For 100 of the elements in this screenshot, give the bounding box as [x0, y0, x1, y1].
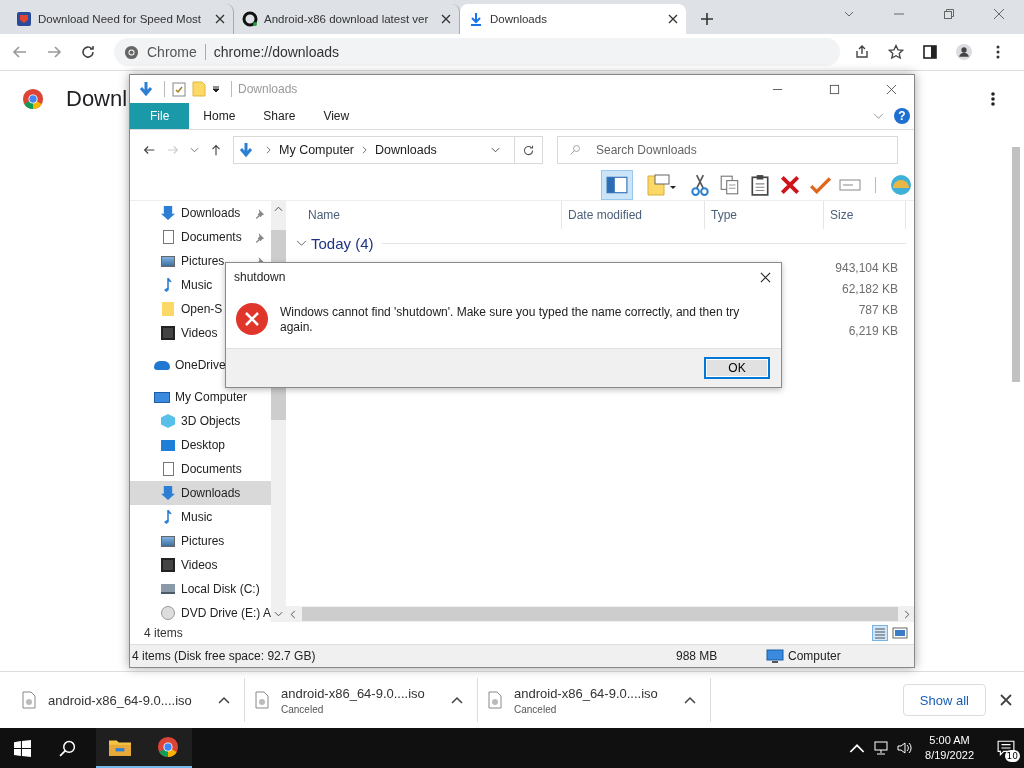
- folder-icon: [109, 738, 131, 756]
- large-icons-view-icon[interactable]: [892, 625, 908, 641]
- nav-item[interactable]: 3D Objects: [130, 409, 271, 433]
- nav-item[interactable]: Downloads: [130, 481, 271, 505]
- document-icon: [160, 461, 176, 477]
- nav-item[interactable]: Documents: [130, 225, 271, 249]
- refresh-button[interactable]: [515, 136, 543, 164]
- share-icon[interactable]: [854, 44, 870, 60]
- film-icon: [160, 557, 176, 573]
- download-arrow-icon: [238, 142, 254, 158]
- close-icon[interactable]: [760, 271, 771, 283]
- ok-button[interactable]: OK: [704, 357, 770, 379]
- caret-up-icon[interactable]: [451, 696, 463, 704]
- back-icon[interactable]: [142, 143, 156, 157]
- arrow-right-icon[interactable]: [904, 609, 910, 619]
- close-icon[interactable]: [1000, 694, 1012, 706]
- close-icon[interactable]: [668, 14, 678, 24]
- more-menu-icon[interactable]: [990, 91, 996, 107]
- forward-icon[interactable]: [46, 44, 62, 60]
- dropdown-icon[interactable]: [211, 84, 221, 94]
- clipboard-icon[interactable]: [749, 174, 771, 196]
- caret-up-icon[interactable]: [218, 696, 230, 704]
- address-bar[interactable]: Chrome chrome://downloads: [114, 38, 840, 66]
- site-label: Chrome: [147, 44, 206, 60]
- column-header[interactable]: Name: [286, 201, 562, 229]
- breadcrumb-item[interactable]: My Computer: [279, 143, 355, 157]
- side-panel-icon[interactable]: [922, 44, 938, 60]
- download-icon: [468, 11, 484, 27]
- checkmark-icon[interactable]: [809, 174, 831, 196]
- nav-item[interactable]: Pictures: [130, 249, 271, 273]
- download-item[interactable]: android-x86_64-9.0....iso Canceled: [478, 678, 711, 722]
- ribbon-tab[interactable]: Home: [189, 103, 250, 129]
- nav-item[interactable]: Videos: [130, 321, 271, 345]
- checklist-icon[interactable]: [171, 81, 187, 97]
- maximize-icon[interactable]: [829, 83, 840, 95]
- reload-icon[interactable]: [80, 44, 96, 60]
- nav-item[interactable]: OneDrive: [130, 353, 271, 377]
- breadcrumb-item[interactable]: Downloads: [375, 143, 437, 157]
- chevron-down-icon[interactable]: [491, 147, 500, 153]
- delete-icon[interactable]: [779, 174, 801, 196]
- download-arrow-icon[interactable]: [138, 81, 154, 97]
- windows-logo-icon[interactable]: [14, 739, 31, 757]
- scissors-icon[interactable]: [689, 174, 711, 196]
- error-message: Windows cannot find 'shutdown'. Make sure you typed the name correctly, and then try again.: [280, 305, 741, 335]
- restore-icon[interactable]: [943, 8, 955, 20]
- copy-icon[interactable]: [719, 174, 741, 196]
- chevron-right-icon[interactable]: [266, 146, 271, 154]
- nav-item[interactable]: Local Disk (C:): [130, 577, 271, 601]
- column-header[interactable]: Size: [824, 201, 906, 229]
- url-text: chrome://downloads: [213, 44, 340, 60]
- profile-icon[interactable]: [956, 44, 972, 60]
- column-header[interactable]: Date modified: [562, 201, 705, 229]
- arrow-up-icon[interactable]: [274, 206, 283, 212]
- download-item[interactable]: android-x86_64-9.0....iso Canceled: [245, 678, 478, 722]
- speaker-icon[interactable]: [897, 741, 914, 755]
- nav-item[interactable]: My Computer: [130, 385, 271, 409]
- star-icon[interactable]: [888, 44, 904, 60]
- address-field[interactable]: My Computer Downloads: [233, 136, 515, 164]
- chrome-taskbar-button[interactable]: [144, 728, 192, 768]
- scrollbar[interactable]: [286, 606, 914, 622]
- nav-item[interactable]: Desktop: [130, 433, 271, 457]
- browser-tab[interactable]: Download Need for Speed Most: [8, 4, 234, 34]
- close-icon[interactable]: [215, 14, 225, 24]
- preview-pane-button[interactable]: [601, 170, 633, 200]
- nav-item[interactable]: Documents: [130, 457, 271, 481]
- chevron-down-icon[interactable]: [190, 147, 199, 153]
- nav-item[interactable]: DVD Drive (E:) A: [130, 601, 271, 625]
- new-tab-icon[interactable]: [700, 12, 714, 26]
- arrow-left-icon[interactable]: [290, 609, 296, 619]
- close-icon[interactable]: [441, 14, 451, 24]
- chevron-down-icon[interactable]: [296, 239, 307, 247]
- column-header[interactable]: Type: [705, 201, 824, 229]
- search-field[interactable]: Search Downloads: [557, 136, 898, 164]
- nav-item[interactable]: Pictures: [130, 529, 271, 553]
- file-explorer-taskbar-button[interactable]: [96, 728, 144, 768]
- tab-title: Download Need for Speed Most: [38, 13, 202, 25]
- help-button[interactable]: ?: [894, 108, 910, 124]
- nav-item[interactable]: Videos: [130, 553, 271, 577]
- picture-icon: [160, 533, 176, 549]
- caret-up-icon[interactable]: [684, 696, 696, 704]
- ribbon-tab[interactable]: Share: [249, 103, 310, 129]
- file-name: android-x86_64-9.0....iso: [514, 685, 659, 701]
- chevron-right-icon[interactable]: [362, 146, 368, 154]
- group-header[interactable]: Today (4): [311, 234, 374, 252]
- ribbon-tab[interactable]: View: [309, 103, 364, 129]
- browser-tab[interactable]: Downloads: [460, 4, 686, 34]
- nav-item[interactable]: Music: [130, 505, 271, 529]
- tab-title: Android-x86 download latest ver: [264, 13, 430, 25]
- clock[interactable]: 5:00 AM 8/19/2022: [925, 733, 974, 763]
- status-text: Computer: [788, 649, 841, 663]
- arrow-down-icon[interactable]: [274, 611, 283, 617]
- file-size: 6,219 KB: [848, 324, 898, 340]
- network-icon[interactable]: [873, 741, 890, 755]
- show-all-button[interactable]: Show all: [902, 684, 986, 716]
- download-item[interactable]: android-x86_64-9.0....iso: [12, 678, 245, 722]
- search-icon[interactable]: [59, 739, 76, 757]
- nav-item[interactable]: Open-S: [130, 297, 271, 321]
- file-icon: [488, 691, 502, 709]
- up-arrow-icon[interactable]: [209, 143, 223, 157]
- nav-item[interactable]: Downloads: [130, 201, 271, 225]
